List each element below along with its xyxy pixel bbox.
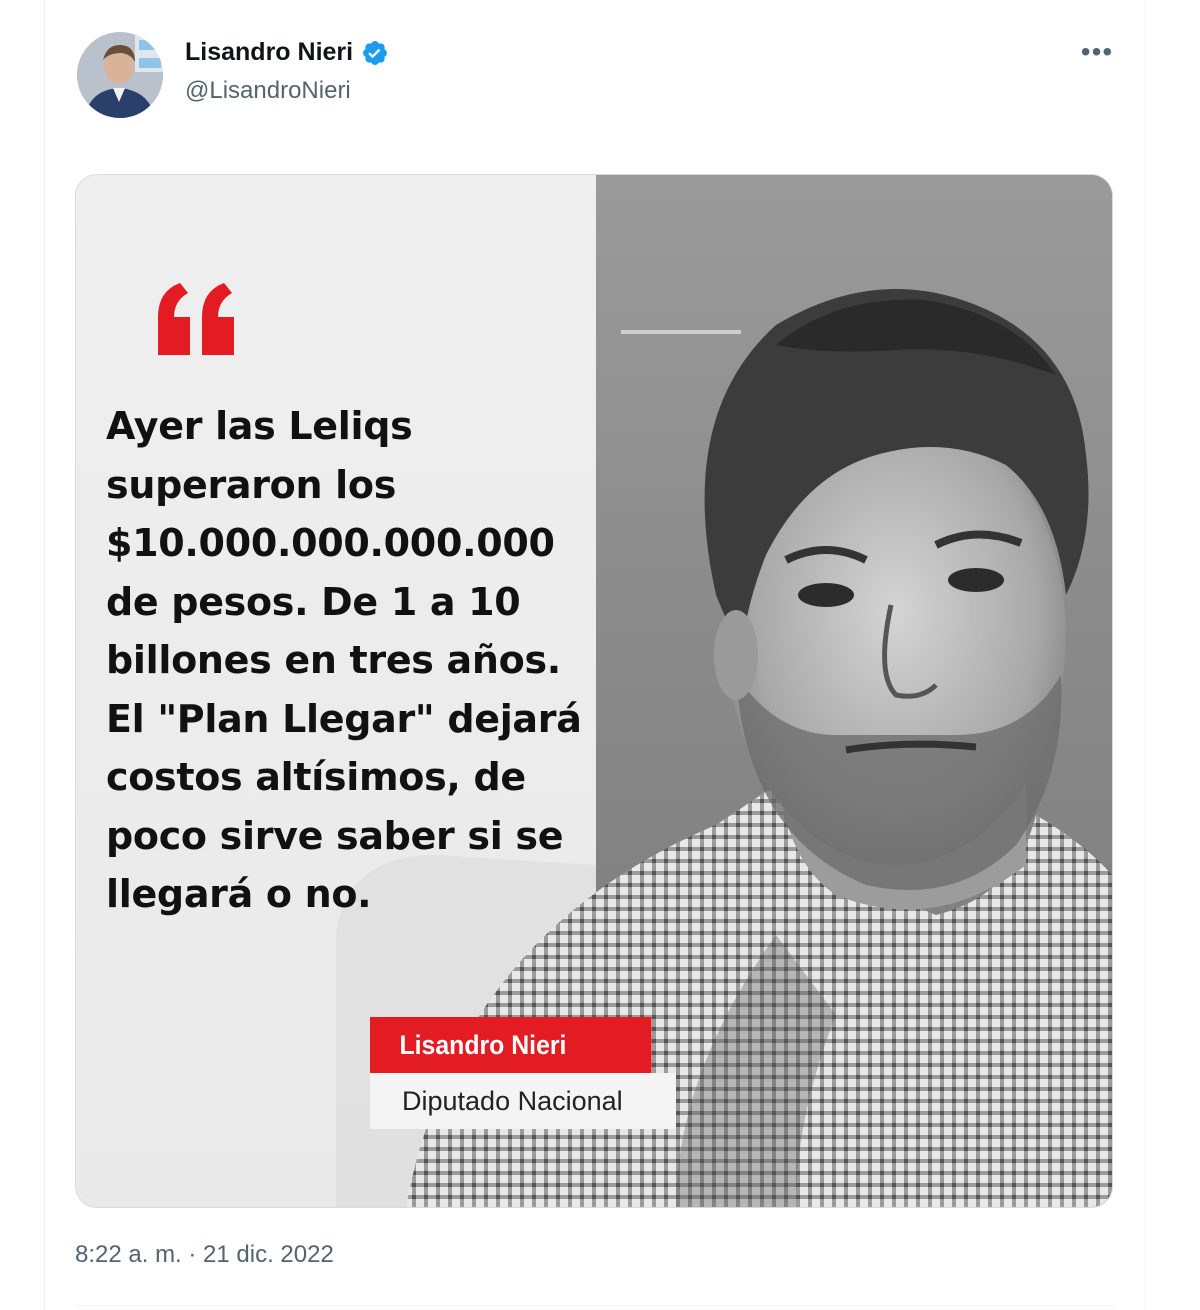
quote-text: Ayer las Leliqs superaron los $10.000.00… xyxy=(106,404,582,916)
more-horizontal-icon[interactable]: ••• xyxy=(1079,38,1115,70)
tweet-card: Lisandro Nieri @LisandroNieri ••• Ayer l… xyxy=(44,0,1146,1310)
avatar-photo xyxy=(77,32,163,118)
tweet-timestamp[interactable]: 8:22 a. m. · 21 dic. 2022 xyxy=(75,1241,334,1269)
author-avatar[interactable] xyxy=(77,32,163,118)
author-handle[interactable]: @LisandroNieri xyxy=(185,77,351,105)
tweet-media-image[interactable]: Ayer las Leliqs superaron los $10.000.00… xyxy=(75,174,1113,1208)
verified-badge-icon xyxy=(361,39,389,67)
author-name[interactable]: Lisandro Nieri xyxy=(185,38,353,67)
divider xyxy=(75,1305,1115,1306)
quote-mark-icon xyxy=(158,283,234,355)
caption-name-label: Lisandro Nieri xyxy=(370,1017,652,1073)
author-name-row[interactable]: Lisandro Nieri xyxy=(185,38,389,67)
caption-role-label: Diputado Nacional xyxy=(370,1073,676,1129)
